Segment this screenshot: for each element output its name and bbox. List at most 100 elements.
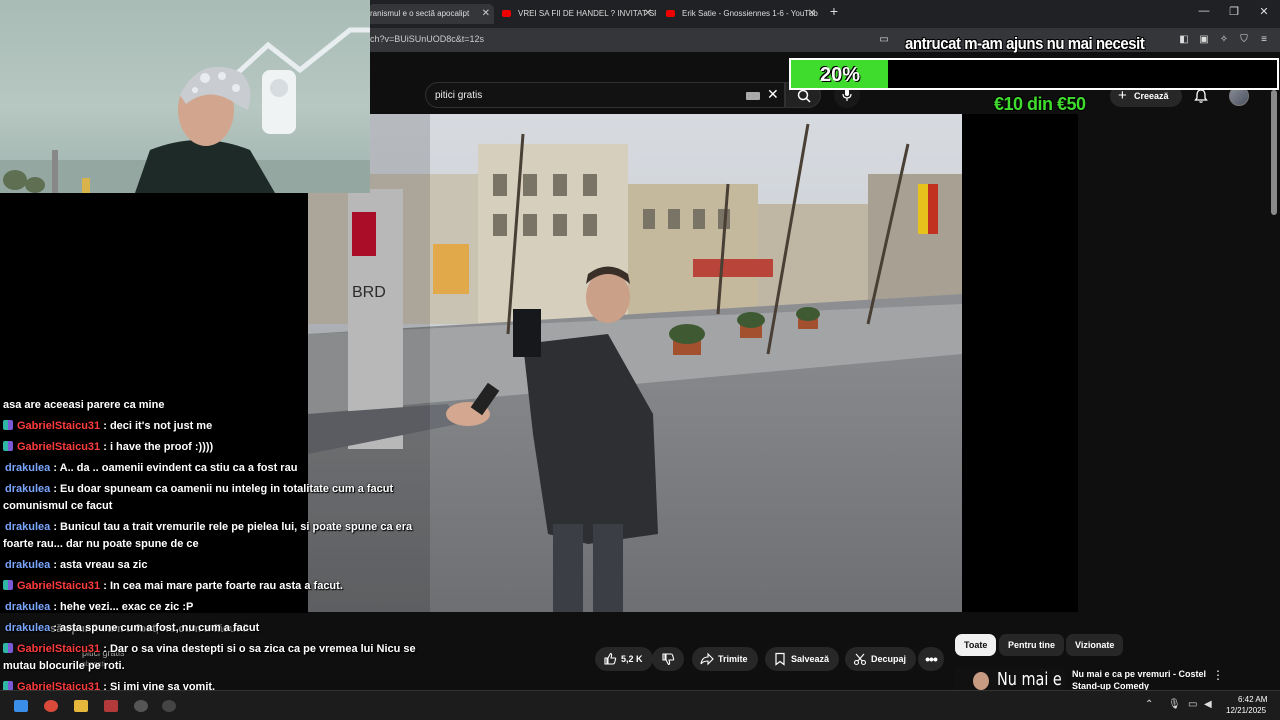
chat-badge-icon [3, 643, 13, 653]
minimize-icon[interactable]: — [1194, 5, 1214, 17]
chat-badge-icon [3, 441, 13, 451]
like-count: 5,2 K [621, 654, 643, 664]
search-value: pitici gratis [435, 90, 483, 101]
chip-for-you[interactable]: Pentru tine [999, 634, 1065, 656]
video-right-margin [962, 114, 1078, 612]
chat-text: : Eu doar spuneam ca oamenii nu inteleg … [3, 483, 394, 512]
chat-username[interactable]: drakulea [5, 483, 50, 495]
restore-icon[interactable]: ❐ [1224, 5, 1244, 18]
close-tab-icon[interactable]: ✕ [482, 4, 490, 24]
app-icon[interactable] [104, 700, 118, 712]
clip-button[interactable]: Decupaj [845, 647, 917, 671]
chat-username[interactable]: GabrielStaicu31 [17, 420, 100, 432]
tab-label: VREI SA FII DE HANDEL ? INVITAT SP [518, 9, 656, 18]
like-button[interactable]: 5,2 K [595, 647, 653, 671]
tab-label: Erik Satie - Gnossiennes 1-6 - YouTub [682, 9, 818, 18]
shield-icon[interactable]: ⛉ [1238, 34, 1250, 46]
save-button[interactable]: Salvează [765, 647, 840, 671]
scissors-icon [853, 653, 867, 666]
close-tab-icon[interactable]: ✕ [808, 4, 816, 24]
tray-display-icon[interactable]: ▭ [1188, 699, 1197, 710]
chat-username[interactable]: drakulea [5, 462, 50, 474]
chat-text: asa are aceeasi parere ca mine [3, 399, 165, 411]
chat-text: : deci it's not just me [103, 420, 213, 432]
share-label: Trimite [718, 654, 748, 664]
close-window-icon[interactable]: ✕ [1254, 5, 1274, 18]
tray-speaker-icon[interactable]: ◀ [1204, 699, 1212, 710]
goal-progress-bar: 20% [789, 58, 1279, 90]
keyboard-icon[interactable] [746, 92, 760, 100]
new-tab-plus-icon[interactable]: + [824, 3, 844, 19]
page-scrollbar[interactable] [1271, 90, 1277, 215]
ai-sparkle-icon[interactable]: ✧ [1218, 34, 1230, 46]
chat-badge-icon [3, 580, 13, 590]
chat-text: : asta vreau sa zic [53, 559, 148, 571]
thumbnail-face [973, 672, 989, 690]
browser-icon[interactable] [44, 700, 58, 712]
chat-username[interactable]: GabrielStaicu31 [17, 643, 100, 655]
chat-message: drakulea : Bunicul tau a trait vremurile… [3, 519, 423, 553]
youtube-icon [666, 10, 675, 17]
tab-handel[interactable]: VREI SA FII DE HANDEL ? INVITAT SP ✕ [496, 4, 656, 24]
clock-date[interactable]: 12/21/2025 [1226, 706, 1266, 715]
sidebar-icon[interactable]: ◧ [1178, 34, 1190, 46]
chat-message: drakulea : asta vreau sa zic [3, 557, 423, 574]
clock-time[interactable]: 6:42 AM [1238, 695, 1267, 704]
chat-username[interactable]: drakulea [5, 622, 50, 634]
clear-search-icon[interactable]: ✕ [767, 86, 779, 103]
chat-badge-icon [3, 420, 13, 430]
more-actions-button[interactable]: ••• [918, 647, 944, 671]
chat-message: drakulea : asta spune cum a fost, nu cum… [3, 620, 423, 637]
windows-start-icon[interactable] [14, 700, 28, 712]
chat-message: drakulea : A.. da .. oamenii evindent ca… [3, 460, 423, 477]
goal-title: antrucat m-am ajuns nu mai necesit [905, 34, 1145, 53]
share-button[interactable]: Trimite [692, 647, 758, 671]
chat-message: GabrielStaicu31 : Dar o sa vina destepti… [3, 641, 423, 675]
obs-icon[interactable] [134, 700, 148, 712]
dislike-button[interactable] [652, 647, 684, 671]
chat-message: drakulea : hehe vezi... exac ce zic :P [3, 599, 423, 616]
chat-message: GabrielStaicu31 : In cea mai mare parte … [3, 578, 423, 595]
tray-chevron-icon[interactable]: ⌃ [1145, 699, 1153, 710]
bookmark-icon [775, 652, 785, 666]
thumbs-up-icon [604, 652, 617, 665]
tab-satie[interactable]: Erik Satie - Gnossiennes 1-6 - YouTub ✕ [660, 4, 820, 24]
chat-text: : In cea mai mare parte foarte rau asta … [103, 580, 343, 592]
chip-watched[interactable]: Vizionate [1066, 634, 1124, 656]
chat-text: : Bunicul tau a trait vremurile rele pe … [3, 521, 413, 550]
chat-message: asa are aceeasi parere ca mine [3, 397, 423, 414]
chat-username[interactable]: GabrielStaicu31 [17, 441, 100, 453]
tab-active[interactable]: ranismul e o sectă apocalipt ✕ [368, 4, 494, 24]
folder-icon[interactable] [74, 700, 88, 712]
goal-percent: 20% [819, 64, 861, 86]
clip-label: Decupaj [871, 654, 907, 664]
url-text[interactable]: ch?v=BUiSUnUOD8c&t=12s [370, 34, 484, 44]
thumbnail-text: Nu mai e [997, 669, 1062, 690]
chat-text: : i have the proof :)))) [103, 441, 214, 453]
media-player-icon[interactable] [162, 700, 176, 712]
tray-mic-icon[interactable]: 🎙 [1168, 699, 1181, 710]
recommendation-thumbnail[interactable]: Nu mai e [955, 668, 1065, 690]
youtube-icon [502, 10, 511, 17]
recommendation-title[interactable]: Nu mai e ca pe vremuri - Costel Stand-up… [1072, 668, 1212, 692]
close-tab-icon[interactable]: ✕ [644, 4, 652, 24]
notifications-bell-icon[interactable] [1193, 88, 1209, 104]
sidebar [1078, 114, 1270, 612]
chat-username[interactable]: drakulea [5, 559, 50, 571]
chat-overlay: asa are aceeasi parere ca mine GabrielSta… [0, 397, 430, 720]
chat-username[interactable]: drakulea [5, 521, 50, 533]
webcam-frame [0, 27, 370, 193]
thumbs-down-icon [662, 653, 675, 666]
search-icon [797, 89, 811, 103]
goal-amount: €10 din €50 [994, 94, 1086, 114]
share-arrow-icon [700, 652, 714, 666]
chip-all[interactable]: Toate [955, 634, 997, 656]
cast-icon[interactable]: ▭ [878, 34, 890, 46]
wallet-icon[interactable]: ▣ [1198, 34, 1210, 46]
chat-username[interactable]: drakulea [5, 601, 50, 613]
taskbar: ⌃ 🎙 ▭ ◀ 6:42 AM 12/21/2025 [0, 690, 1280, 720]
chat-message: GabrielStaicu31 : deci it's not just me [3, 418, 423, 435]
chat-username[interactable]: GabrielStaicu31 [17, 580, 100, 592]
menu-icon[interactable]: ≡ [1258, 34, 1270, 46]
recommendation-menu-icon[interactable]: ⋮ [1212, 668, 1224, 682]
